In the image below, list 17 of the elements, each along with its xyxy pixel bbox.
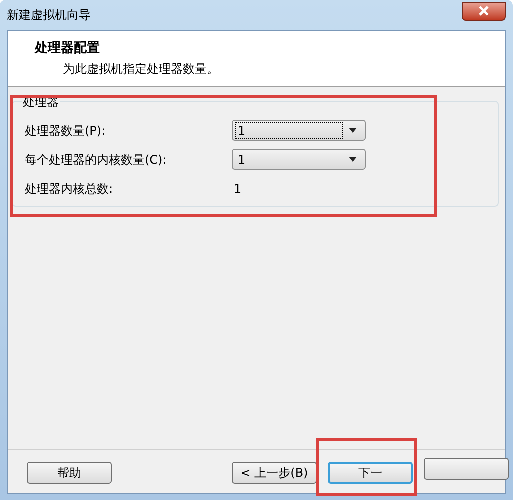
field-value: 1: [233, 180, 242, 198]
window-title: 新建虚拟机向导: [7, 7, 91, 24]
field-label: 处理器数量(P):: [25, 122, 107, 140]
wizard-button[interactable]: 下一: [328, 462, 413, 484]
dropdown-arrow-icon: [349, 157, 357, 162]
dropdown[interactable]: 1: [232, 149, 366, 170]
wizard-button[interactable]: < 上一步(B): [232, 462, 317, 484]
field-label: 每个处理器的内核数量(C):: [25, 152, 168, 168]
wizard-button[interactable]: 帮助: [27, 462, 112, 484]
dropdown[interactable]: 1: [232, 120, 366, 141]
field-label: 处理器内核总数:: [25, 180, 114, 198]
close-icon: [478, 6, 490, 16]
page-title: 处理器配置: [35, 40, 101, 58]
page-subtitle: 为此虚拟机指定处理器数量。: [62, 60, 220, 78]
close-button[interactable]: [462, 2, 506, 20]
dropdown-arrow-icon: [349, 128, 357, 133]
wizard-button[interactable]: [424, 458, 509, 480]
